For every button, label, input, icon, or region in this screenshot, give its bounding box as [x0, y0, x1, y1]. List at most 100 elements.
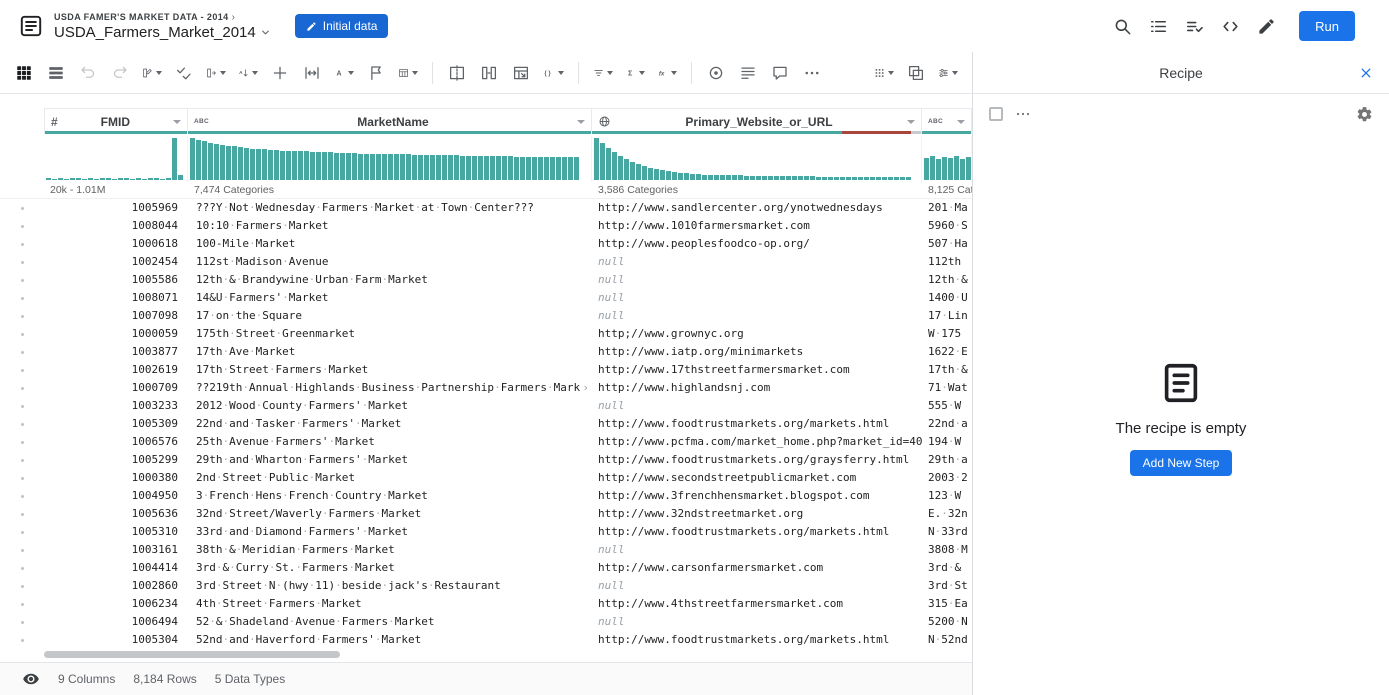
cell-url[interactable]: null [592, 397, 922, 415]
cell-marketname[interactable]: 17th·Ave·Market [188, 343, 592, 361]
cell-fmid[interactable]: 1004950 [44, 487, 188, 505]
cell-fmid[interactable]: 1005310 [44, 523, 188, 541]
row-handle[interactable] [21, 351, 24, 354]
cell-col4[interactable]: 3rd·St [922, 577, 972, 595]
cell-url[interactable]: http://www.1010farmersmarket.com [592, 217, 922, 235]
row-handle[interactable] [21, 243, 24, 246]
checklist-icon[interactable] [1183, 15, 1206, 38]
dither-button[interactable] [871, 58, 897, 88]
cell-url[interactable]: null [592, 253, 922, 271]
cell-fmid[interactable]: 1005636 [44, 505, 188, 523]
code-view-icon[interactable] [1219, 15, 1242, 38]
cell-url[interactable]: http://www.foodtrustmarkets.org/graysfer… [592, 451, 922, 469]
cell-marketname[interactable]: 3rd·Street·N·(hwy·11)·beside·jack's·Rest… [188, 577, 592, 595]
column-export-button[interactable] [203, 58, 229, 88]
cell-fmid[interactable]: 1002454 [44, 253, 188, 271]
cell-fmid[interactable]: 1007098 [44, 307, 188, 325]
column-quality-bar[interactable] [45, 131, 187, 135]
format-text-button[interactable]: A [331, 58, 357, 88]
table-row[interactable]: 100530922nd·and·Tasker·Farmers'·Marketht… [0, 415, 972, 433]
table-row[interactable]: 100261917th·Street·Farmers·Markethttp://… [0, 361, 972, 379]
row-handle[interactable] [21, 513, 24, 516]
table-row[interactable]: 10028603rd·Street·N·(hwy·11)·beside·jack… [0, 577, 972, 595]
cell-marketname[interactable]: 3rd·&·Curry·St.·Farmers·Market [188, 559, 592, 577]
cell-col4[interactable]: 5960·S [922, 217, 972, 235]
column-header-col4[interactable]: ABC [922, 108, 972, 134]
cell-url[interactable]: null [592, 289, 922, 307]
cell-url[interactable]: http://www.foodtrustmarkets.org/markets.… [592, 631, 922, 649]
row-handle[interactable] [21, 261, 24, 264]
cell-fmid[interactable]: 1000380 [44, 469, 188, 487]
add-new-step-button[interactable]: Add New Step [1130, 450, 1233, 476]
table-row[interactable]: 1005969???Y·Not·Wednesday·Farmers·Market… [0, 199, 972, 217]
cell-url[interactable]: http://www.highlandsnj.com [592, 379, 922, 397]
cell-marketname[interactable]: 100-Mile·Market [188, 235, 592, 253]
row-handle[interactable] [21, 621, 24, 624]
cell-marketname[interactable]: 2nd·Street·Public·Market [188, 469, 592, 487]
steps-list-icon[interactable] [1147, 15, 1170, 38]
cell-marketname[interactable]: 33rd·and·Diamond·Farmers'·Market [188, 523, 592, 541]
cell-col4[interactable]: 17·Lin [922, 307, 972, 325]
cell-col4[interactable]: 112th [922, 253, 972, 271]
cell-col4[interactable]: N·33rd [922, 523, 972, 541]
table-row[interactable]: 100563632nd·Street/Waverly·Farmers·Marke… [0, 505, 972, 523]
horizontal-scrollbar[interactable] [0, 651, 972, 659]
cell-col4[interactable]: 194·W [922, 433, 972, 451]
column-quality-bar[interactable] [592, 131, 921, 135]
cell-fmid[interactable]: 1000059 [44, 325, 188, 343]
overflow-chevron-icon[interactable]: › [580, 379, 591, 397]
row-handle[interactable] [21, 387, 24, 390]
table-row[interactable]: 1000709??219th·Annual·Highlands·Business… [0, 379, 972, 397]
cell-col4[interactable]: W·175 [922, 325, 972, 343]
table-row[interactable]: 1000059175th·Street·Greenmarkethttp;//ww… [0, 325, 972, 343]
row-handle[interactable] [21, 333, 24, 336]
cell-marketname[interactable]: 3·French·Hens·French·Country·Market [188, 487, 592, 505]
flag-button[interactable] [363, 58, 389, 88]
standardize-button[interactable] [703, 58, 729, 88]
table-row[interactable]: 100804410:10·Farmers·Markethttp://www.10… [0, 217, 972, 235]
row-handle[interactable] [21, 441, 24, 444]
table-row[interactable]: 100530452nd·and·Haverford·Farmers'·Marke… [0, 631, 972, 649]
cell-marketname[interactable]: 14&U·Farmers'·Market [188, 289, 592, 307]
table-row[interactable]: 100657625th·Avenue·Farmers'·Markethttp:/… [0, 433, 972, 451]
cell-fmid[interactable]: 1008044 [44, 217, 188, 235]
column-quality-bar[interactable] [922, 131, 971, 135]
cell-url[interactable]: http://www.foodtrustmarkets.org/markets.… [592, 415, 922, 433]
cell-col4[interactable]: 123·W [922, 487, 972, 505]
cell-url[interactable]: http://www.32ndstreetmarket.org [592, 505, 922, 523]
cell-marketname[interactable]: 22nd·and·Tasker·Farmers'·Market [188, 415, 592, 433]
run-button[interactable]: Run [1299, 11, 1355, 41]
cell-url[interactable]: http://www.carsonfarmersmarket.com [592, 559, 922, 577]
cell-marketname[interactable]: 38th·&·Meridian·Farmers·Market [188, 541, 592, 559]
cell-col4[interactable]: 1400·U [922, 289, 972, 307]
filter-settings-button[interactable] [935, 58, 961, 88]
sample-button[interactable] [735, 58, 761, 88]
cell-marketname[interactable]: ??219th·Annual·Highlands·Business·Partne… [188, 379, 592, 397]
cell-fmid[interactable]: 1004414 [44, 559, 188, 577]
cell-url[interactable]: http://www.iatp.org/minimarkets [592, 343, 922, 361]
app-logo-icon[interactable] [18, 13, 44, 39]
column-histogram-Primary_Website_or_URL[interactable] [592, 136, 922, 182]
scrollbar-thumb[interactable] [44, 651, 340, 658]
cell-fmid[interactable]: 1003161 [44, 541, 188, 559]
table-row[interactable]: 10044143rd·&·Curry·St.·Farmers·Markethtt… [0, 559, 972, 577]
row-handle[interactable] [21, 585, 24, 588]
cell-marketname[interactable]: ???Y·Not·Wednesday·Farmers·Market·at·Tow… [188, 199, 592, 217]
cell-url[interactable]: http://www.foodtrustmarkets.org/markets.… [592, 523, 922, 541]
cell-col4[interactable]: E.·32n [922, 505, 972, 523]
row-handle[interactable] [21, 423, 24, 426]
row-handle[interactable] [21, 369, 24, 372]
visibility-eye-icon[interactable] [22, 670, 40, 688]
cell-fmid[interactable]: 1000709 [44, 379, 188, 397]
cell-fmid[interactable]: 1005969 [44, 199, 188, 217]
cell-col4[interactable]: 5200·N [922, 613, 972, 631]
cell-marketname[interactable]: 17th·Street·Farmers·Market [188, 361, 592, 379]
split-column-button[interactable] [444, 58, 470, 88]
row-handle[interactable] [21, 225, 24, 228]
cell-col4[interactable]: 3rd·& [922, 559, 972, 577]
gear-icon[interactable] [1356, 106, 1373, 123]
column-header-Primary_Website_or_URL[interactable]: Primary_Website_or_URL [592, 108, 922, 134]
column-histogram-col4[interactable] [922, 136, 972, 182]
cell-fmid[interactable]: 1002860 [44, 577, 188, 595]
column-menu-caret-icon[interactable] [957, 120, 965, 124]
